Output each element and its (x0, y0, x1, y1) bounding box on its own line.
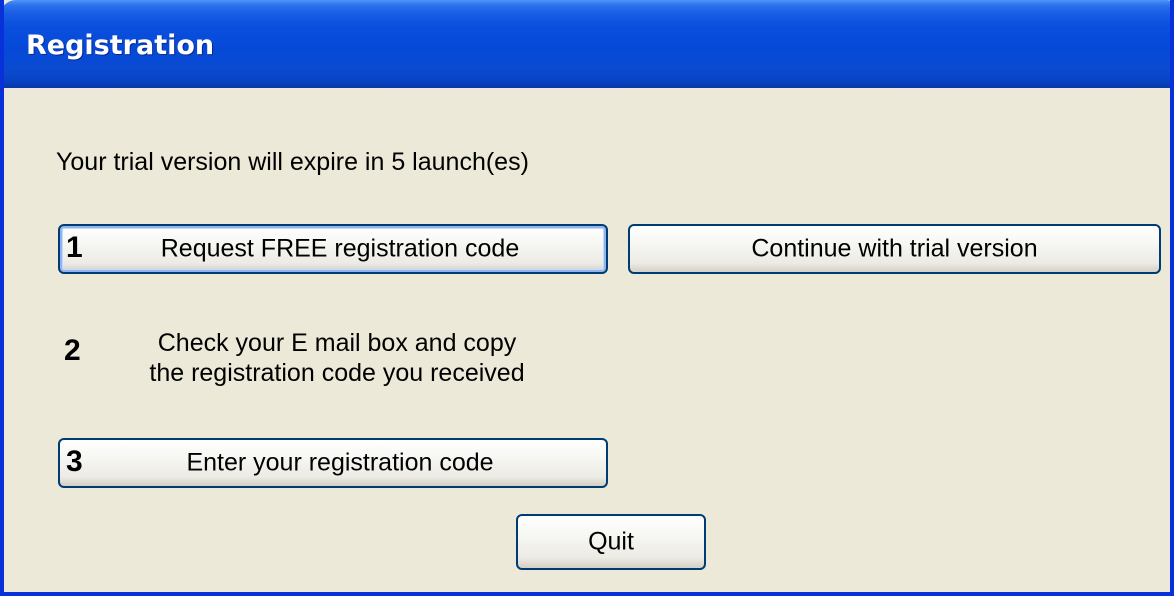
enter-registration-code-button[interactable]: 3 Enter your registration code (58, 438, 608, 488)
quit-button[interactable]: Quit (516, 514, 706, 570)
step-2-instructions: Check your E mail box and copy the regis… (112, 328, 562, 388)
request-registration-code-button[interactable]: 1 Request FREE registration code (58, 224, 608, 274)
step-2-line-1: Check your E mail box and copy (157, 329, 517, 357)
window-title: Registration (26, 30, 215, 61)
continue-trial-button[interactable]: Continue with trial version (628, 224, 1161, 274)
trial-expiry-message: Your trial version will expire in 5 laun… (56, 148, 529, 176)
request-registration-code-label: Request FREE registration code (160, 234, 520, 263)
step-2-line-2: the registration code you received (149, 359, 525, 387)
dialog-body: Your trial version will expire in 5 laun… (4, 88, 1170, 592)
continue-trial-label: Continue with trial version (751, 234, 1038, 263)
title-bar[interactable]: Registration (4, 0, 1170, 88)
quit-label: Quit (588, 527, 634, 556)
step-2-number: 2 (64, 334, 81, 367)
registration-dialog: Registration Your trial version will exp… (0, 0, 1174, 596)
enter-registration-code-label: Enter your registration code (186, 448, 494, 477)
